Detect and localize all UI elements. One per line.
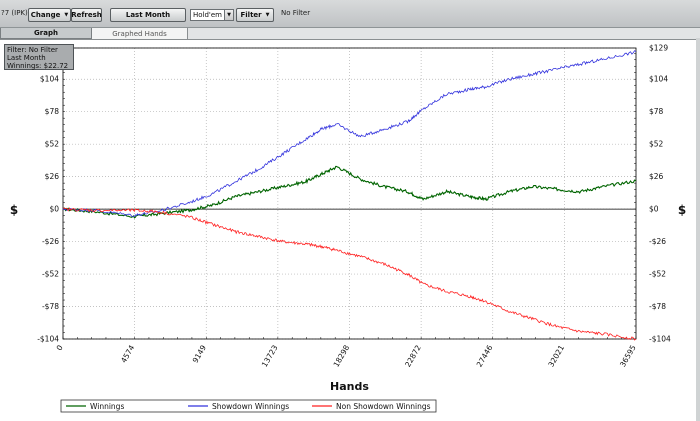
x-tick-label: 0 (55, 343, 65, 352)
filter-status: No Filter (281, 9, 311, 17)
change-button[interactable]: Change ▼ (28, 8, 71, 22)
y-tick-label-right: -$26 (649, 237, 666, 246)
y-tick-label-right: $129 (649, 44, 668, 53)
tab-graphed-hands[interactable]: Graphed Hands (92, 28, 188, 39)
y-tick-label-left: $26 (45, 172, 60, 181)
x-tick-label: 18298 (332, 343, 352, 368)
y-tick-label-right: $26 (649, 172, 664, 181)
winnings-chart: -$104 -$78 -$52 -$26 $0 $26 $52 $78 $104 -$104 -$7… (10, 44, 686, 413)
y-tick-label-right: -$104 (649, 335, 671, 344)
x-tick-label: 32021 (546, 343, 566, 368)
y-tick-label-right: $78 (649, 107, 664, 116)
chevron-down-icon: ▼ (64, 12, 69, 18)
x-tick-label: 27446 (475, 343, 495, 368)
summary-filter: Filter: No Filter (7, 46, 58, 54)
refresh-button-label: Refresh (71, 11, 102, 19)
right-edge-bar (696, 38, 700, 421)
y-tick-label-left: -$104 (37, 335, 59, 344)
game-type-select[interactable]: Hold'em ▼ (190, 9, 234, 21)
y-tick-label-left: -$52 (42, 270, 59, 279)
chevron-down-icon[interactable]: ▼ (224, 10, 233, 20)
y-tick-label-left: -$78 (42, 302, 59, 311)
x-tick-label: 4574 (119, 343, 136, 364)
x-tick-label: 9149 (191, 343, 208, 364)
filter-button-label: Filter (240, 11, 262, 19)
legend-label: Winnings (90, 402, 124, 411)
summary-period: Last Month (7, 54, 46, 62)
y-tick-label-left: $52 (45, 140, 60, 149)
toolbar: ?7 (IPK) Change ▼ Refresh Last Month Hold… (0, 0, 700, 28)
legend-label: Non Showdown Winnings (336, 402, 431, 411)
x-tick-label: 22872 (403, 343, 423, 368)
x-tick-label: 36595 (618, 343, 638, 368)
date-range-button[interactable]: Last Month (110, 8, 186, 22)
legend-label: Showdown Winnings (212, 402, 289, 411)
y-tick-label-right: -$78 (649, 302, 666, 311)
y-axis-title-right: $ (678, 203, 686, 217)
y-axis-title-left: $ (10, 203, 18, 217)
y-tick-label-left: -$26 (42, 237, 59, 246)
plot-frame (62, 47, 637, 340)
change-button-label: Change (30, 11, 61, 19)
tab-graph[interactable]: Graph (0, 28, 92, 39)
y-tick-label-right: $104 (649, 75, 668, 84)
y-tick-label-left: $0 (49, 205, 59, 214)
filter-button[interactable]: Filter ▼ (236, 8, 274, 22)
player-label: ?7 (IPK) (1, 9, 28, 17)
y-tick-label-left: $104 (40, 75, 59, 84)
x-axis-title: Hands (330, 380, 369, 393)
y-tick-label-right: $52 (649, 140, 664, 149)
x-tick-label: 13723 (260, 343, 280, 368)
y-tick-label-left: $78 (45, 107, 60, 116)
y-tick-label-right: -$52 (649, 270, 666, 279)
chevron-down-icon: ▼ (265, 12, 270, 18)
game-type-value: Hold'em (193, 11, 222, 19)
refresh-button[interactable]: Refresh (71, 8, 102, 22)
summary-box: Filter: No Filter Last Month Winnings: $… (4, 44, 74, 70)
y-tick-label-right: $0 (649, 205, 659, 214)
date-range-label: Last Month (125, 11, 171, 19)
summary-winnings: Winnings: $22.72 (7, 62, 69, 70)
